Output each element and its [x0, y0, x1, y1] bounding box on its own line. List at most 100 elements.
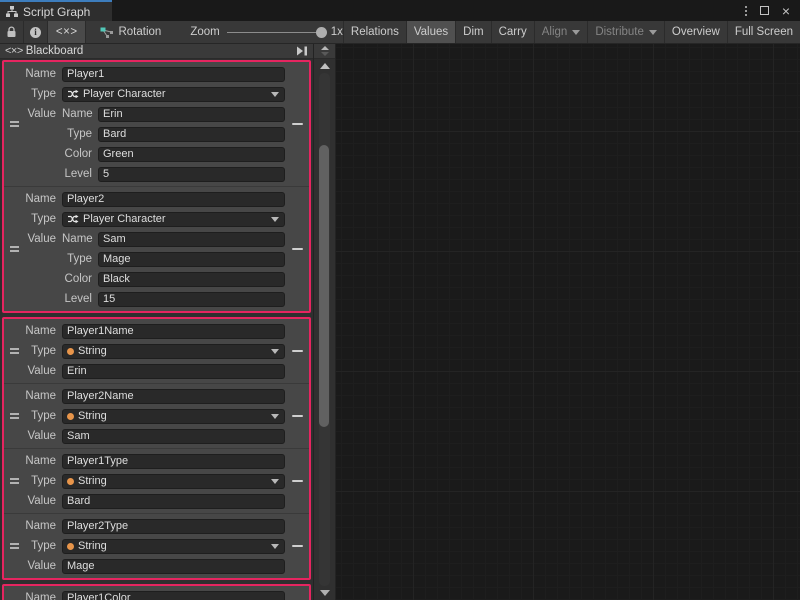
toolbar-button-overview[interactable]: Overview [665, 21, 727, 43]
mini-scroll-down-icon[interactable] [321, 52, 329, 56]
row-label: Value [4, 495, 62, 507]
toolbar-button-dim[interactable]: Dim [456, 21, 490, 43]
field-row: TypePlayer Character [4, 84, 285, 104]
remove-variable-button[interactable] [291, 476, 304, 486]
variable-name-input[interactable] [62, 389, 285, 404]
main-area: <×> Blackboard NameTypePlayer CharacterV… [0, 44, 800, 600]
drag-handle-icon[interactable] [9, 118, 20, 130]
value-color-input[interactable] [98, 272, 285, 287]
variable-value-input[interactable] [62, 559, 285, 574]
variable-value-input[interactable] [62, 364, 285, 379]
zoom-slider[interactable] [227, 32, 324, 33]
variable-type-label: Player Character [83, 88, 267, 100]
value-name-input[interactable] [98, 232, 285, 247]
chevron-down-icon [271, 544, 279, 549]
drag-handle-icon[interactable] [9, 410, 20, 422]
variable-type-dropdown[interactable]: Player Character [62, 212, 285, 227]
value-type-input[interactable] [98, 127, 285, 142]
graph-canvas[interactable] [336, 44, 800, 600]
value-level-input[interactable] [98, 292, 285, 307]
value-color-input[interactable] [98, 147, 285, 162]
toolbar-button-label: Values [414, 26, 448, 38]
kebab-menu-icon[interactable] [745, 6, 747, 16]
drag-handle-icon[interactable] [9, 540, 20, 552]
scroll-up-button[interactable] [314, 59, 335, 73]
variable-group-player2type: Name TypeString Value [4, 514, 309, 578]
selection-outline: NameTypeStringValueNameTypeStringValueNa… [2, 317, 311, 580]
scrollbar-track[interactable] [319, 73, 330, 586]
field-row: Name [4, 321, 285, 341]
scrollbar-thumb[interactable] [319, 145, 329, 427]
field-row: TypeString [4, 341, 285, 361]
remove-variable-button[interactable] [291, 119, 304, 129]
minus-icon [292, 480, 303, 482]
remove-variable-button[interactable] [291, 346, 304, 356]
variable-name-input[interactable] [62, 192, 285, 207]
remove-variable-button[interactable] [291, 541, 304, 551]
scroll-down-button[interactable] [314, 586, 335, 600]
field-row: Name [4, 451, 285, 471]
field-row: Color [4, 269, 285, 289]
variable-value-input[interactable] [62, 494, 285, 509]
value-type-input[interactable] [98, 252, 285, 267]
row-label: Type [4, 213, 62, 225]
mini-scroll-up-icon[interactable] [321, 46, 329, 50]
variable-group-player2name: NameTypeStringValue [4, 384, 309, 448]
toolbar-button-full-screen[interactable]: Full Screen [728, 21, 800, 43]
toolbar-button-distribute[interactable]: Distribute [588, 21, 664, 43]
variable-name-input[interactable] [62, 591, 285, 600]
maximize-icon[interactable] [760, 6, 769, 15]
dock-right-icon[interactable] [296, 46, 308, 56]
value-name-input[interactable] [98, 107, 285, 122]
tab-label: Script Graph [23, 5, 90, 19]
variable-name-input[interactable] [62, 519, 285, 534]
close-icon[interactable]: × [782, 6, 790, 16]
scroll-up-icon [320, 63, 330, 69]
toolbar-button-relations[interactable]: Relations [344, 21, 406, 43]
row-label: Value [4, 430, 62, 442]
graph-pointer-button[interactable]: <×> [48, 21, 85, 43]
blackboard-body: NameTypePlayer CharacterValueNameTypeCol… [0, 59, 313, 600]
remove-variable-button[interactable] [291, 411, 304, 421]
rotation-button[interactable]: Rotation [92, 21, 168, 43]
titlebar: Script Graph × [0, 0, 800, 21]
minus-icon [292, 123, 303, 125]
variable-type-dropdown[interactable]: String [62, 344, 285, 359]
variable-value-input[interactable] [62, 429, 285, 444]
drag-handle-icon[interactable] [9, 243, 20, 255]
row-label: Value [4, 560, 62, 572]
field-row: Name [4, 64, 285, 84]
variable-group-player2: NameTypePlayer CharacterValueNameTypeCol… [4, 187, 309, 311]
zoom-slider-handle[interactable] [316, 27, 327, 38]
variable-type-label: String [78, 540, 267, 552]
info-button[interactable]: i [24, 21, 47, 43]
blackboard-title: Blackboard [26, 45, 84, 57]
remove-variable-button[interactable] [291, 244, 304, 254]
variable-name-input[interactable] [62, 324, 285, 339]
drag-handle-icon[interactable] [9, 475, 20, 487]
toolbar-button-values[interactable]: Values [407, 21, 455, 43]
variable-name-input[interactable] [62, 67, 285, 82]
variable-group-player1type: NameTypeStringValue [4, 449, 309, 513]
variable-name-input[interactable] [62, 454, 285, 469]
variable-type-dropdown[interactable]: String [62, 409, 285, 424]
tab-script-graph[interactable]: Script Graph [0, 0, 112, 21]
field-row: Name [4, 516, 285, 536]
variable-type-dropdown[interactable]: String [62, 474, 285, 489]
row-label: Name [4, 520, 62, 532]
field-row: TypeString [4, 536, 285, 556]
field-row: Value [4, 361, 285, 381]
toolbar-button-carry[interactable]: Carry [492, 21, 534, 43]
toolbar-right: Relations Values DimCarryAlignDistributeOv… [343, 21, 800, 43]
lock-button[interactable] [0, 21, 23, 43]
variable-type-dropdown[interactable]: Player Character [62, 87, 285, 102]
drag-handle-icon[interactable] [9, 345, 20, 357]
toolbar-button-align[interactable]: Align [535, 21, 588, 43]
titlebar-spacer [112, 0, 745, 21]
variable-type-dropdown[interactable]: String [62, 539, 285, 554]
string-type-icon [67, 348, 74, 355]
value-level-input[interactable] [98, 167, 285, 182]
scroll-down-icon [320, 590, 330, 596]
variable-group-player1: NameTypePlayer CharacterValueNameTypeCol… [4, 62, 309, 186]
zoom-control: Zoom 1x [190, 21, 343, 43]
